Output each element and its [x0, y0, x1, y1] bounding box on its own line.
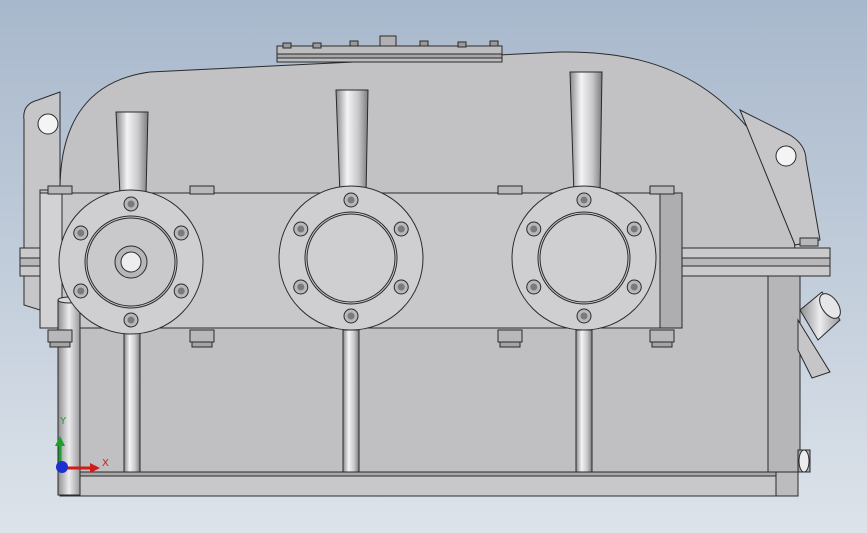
upper-rib-3	[569, 71, 603, 196]
bearing-cap-2	[306, 213, 396, 303]
right-lug-hole	[775, 145, 797, 167]
cover-bolt-socket	[580, 312, 588, 320]
cover-bolt-socket	[127, 200, 135, 208]
triad-y-label: Y	[60, 416, 67, 427]
cover-bolt-socket	[397, 225, 405, 233]
bearing-cap-3	[539, 213, 629, 303]
cover-bolt-socket	[177, 229, 185, 237]
lower-rib-1	[123, 329, 141, 473]
cover-bolt-socket	[630, 225, 638, 233]
cover-bolt-socket	[77, 287, 85, 295]
cover-bolt-socket	[347, 196, 355, 204]
lower-rib-2	[342, 329, 360, 473]
cover-bolt-socket	[297, 225, 305, 233]
gearbox-model[interactable]	[0, 0, 867, 533]
cover-bolt-socket	[297, 283, 305, 291]
upper-rib-2	[335, 89, 369, 196]
cover-bolt-socket	[177, 287, 185, 295]
oil-level-gauge	[797, 291, 841, 379]
left-lug-hole	[37, 113, 59, 135]
cover-bolt-socket	[397, 283, 405, 291]
cover-bolt-socket	[127, 316, 135, 324]
upper-rib-1	[115, 111, 149, 196]
cover-bolt-socket	[347, 312, 355, 320]
cover-bolt-socket	[77, 229, 85, 237]
input-shaft-end	[120, 251, 142, 273]
cover-bolt-socket	[630, 283, 638, 291]
cover-bolt-socket	[530, 283, 538, 291]
drain-plug	[797, 449, 811, 473]
cover-bolt-socket	[530, 225, 538, 233]
triad-z-axis	[56, 461, 68, 473]
cover-bolt-socket	[580, 196, 588, 204]
cad-viewport[interactable]: Y X	[0, 0, 867, 533]
triad-x-label: X	[102, 458, 109, 469]
lower-rib-3	[575, 329, 593, 473]
vent-plug	[379, 35, 397, 47]
